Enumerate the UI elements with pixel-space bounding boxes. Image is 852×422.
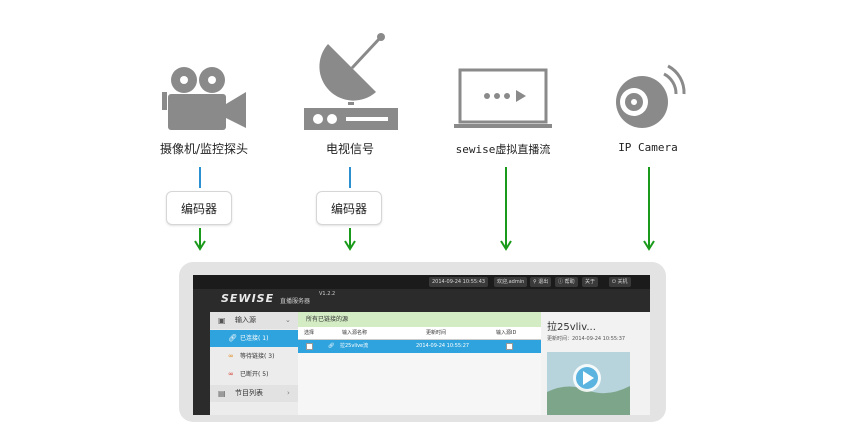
column-header: 输入源ID (496, 330, 517, 336)
logout-label: 退出 (538, 279, 549, 285)
sidebar-item-label: 已断开( 5) (240, 371, 269, 378)
topbar-help[interactable]: ⓘ 帮助 (555, 277, 578, 287)
sidebar-input-source[interactable]: ▣ 输入源 ⌄ (210, 312, 298, 329)
link-icon-orange: ∞ (228, 352, 234, 360)
app-version: V1.2.2 (319, 291, 336, 297)
encoder-box-tv: 编码器 (316, 191, 382, 225)
app-topbar: 2014-09-24 10:55:43 欢迎,admin ⚲ 退出 ⓘ 帮助 关… (193, 275, 650, 289)
shutdown-label: 关机 (617, 279, 628, 285)
sidebar-program-list-label: 节目列表 (235, 389, 263, 397)
link-icon-red: ∞ (228, 370, 234, 378)
preview-title: 拉25vliv... (547, 322, 596, 333)
app-subtitle: 直播服务器 (280, 298, 311, 305)
green-arrow-tv (344, 228, 356, 251)
breadcrumb: 所有已链接的源 (298, 312, 541, 327)
column-header: 输入源名称 (342, 330, 368, 336)
preview-update-time: 更新时间：2014-09-24 10:55:37 (547, 336, 626, 342)
breadcrumb-label: 所有已链接的源 (306, 316, 349, 323)
preview-video-art (547, 352, 630, 415)
link-icon: 🔗︎ (328, 343, 335, 349)
topbar-shutdown[interactable]: ⏻ 关机 (609, 277, 631, 287)
encoder-label: 编码器 (180, 201, 217, 216)
sidebar-item-label: 已连接( 1) (240, 335, 269, 342)
preview-video[interactable] (547, 352, 630, 415)
app-content: 所有已链接的源 选择 输入源名称 更新时间 输入源ID 🔗︎ 拉25vlive流… (298, 312, 541, 415)
sidebar-input-source-label: 输入源 (235, 316, 256, 324)
column-header: 选择 (304, 330, 315, 336)
row-id-checkbox[interactable] (506, 343, 513, 350)
chevron-right-icon: › (287, 389, 290, 397)
row-source-name: 拉25vlive流 (340, 343, 369, 349)
app-screen: 2014-09-24 10:55:43 欢迎,admin ⚲ 退出 ⓘ 帮助 关… (193, 275, 650, 415)
input-source-icon: ▣ (218, 316, 226, 325)
green-arrow-ip-camera (643, 167, 655, 251)
sidebar-program-list[interactable]: ▤ 节目列表 › (210, 385, 298, 402)
help-icon: ⓘ (558, 279, 565, 285)
topbar-logout[interactable]: ⚲ 退出 (530, 277, 552, 287)
flow-connectors (194, 167, 655, 251)
link-icon: 🔗︎ (228, 334, 237, 342)
app-logo: SEWISE (221, 292, 275, 305)
sidebar-item-waiting[interactable]: ∞ 等待链接( 3) (210, 348, 298, 365)
topbar-about[interactable]: 关于 (582, 277, 599, 287)
table-header: 选择 输入源名称 更新时间 输入源ID (298, 327, 541, 340)
row-update-time: 2014-09-24 10:55:27 (416, 343, 470, 349)
encoder-label: 编码器 (330, 201, 367, 216)
topbar-welcome: 欢迎,admin (494, 277, 528, 287)
sidebar-item-connected[interactable]: 🔗︎ 已连接( 1) (210, 330, 298, 347)
help-label: 帮助 (564, 279, 575, 285)
sidebar-item-label: 等待链接( 3) (240, 353, 275, 360)
column-header: 更新时间 (426, 330, 447, 336)
program-list-icon: ▤ (218, 389, 226, 398)
chevron-down-icon: ⌄ (285, 316, 291, 324)
green-arrow-camera (194, 228, 206, 251)
green-arrow-virtual-stream (500, 167, 512, 251)
table-row[interactable]: 🔗︎ 拉25vlive流 2014-09-24 10:55:27 (298, 340, 541, 353)
encoder-box-camera: 编码器 (166, 191, 232, 225)
preview-panel: 拉25vliv... 更新时间：2014-09-24 10:55:37 (541, 312, 650, 415)
app-sidebar: ▣ 输入源 ⌄ 🔗︎ 已连接( 1) ∞ 等待链接( 3) ∞ 已断开( 5) … (210, 312, 298, 415)
topbar-datetime: 2014-09-24 10:55:43 (429, 277, 489, 287)
sidebar-item-disconnected[interactable]: ∞ 已断开( 5) (210, 366, 298, 383)
row-checkbox[interactable] (306, 343, 313, 350)
